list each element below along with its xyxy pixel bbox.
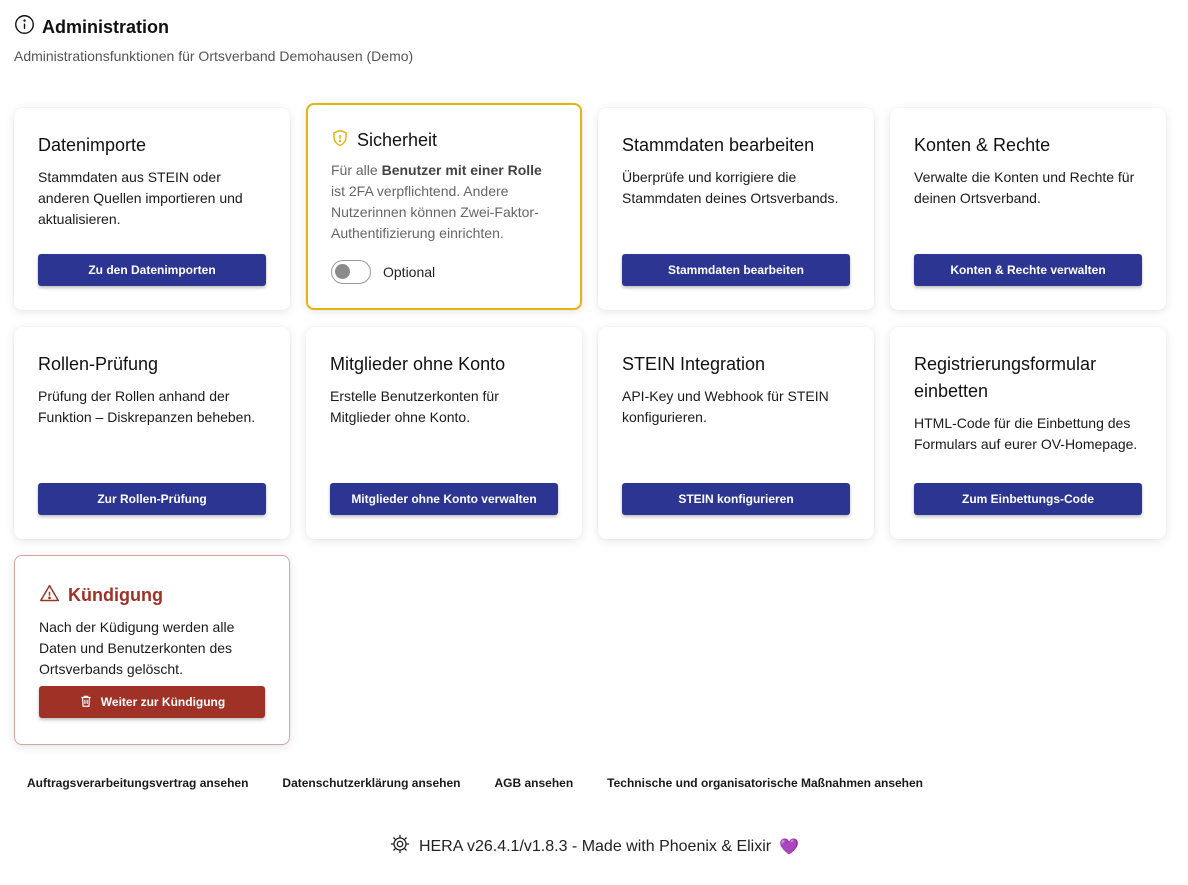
stein-konfigurieren-button[interactable]: STEIN konfigurieren	[622, 483, 850, 515]
card-title: Kündigung	[68, 585, 163, 605]
card-kuendigung: Kündigung Nach der Küdigung werden alle …	[14, 555, 290, 745]
rollen-pruefung-button[interactable]: Zur Rollen-Prüfung	[38, 483, 266, 515]
button-label: Weiter zur Kündigung	[100, 695, 226, 709]
shield-icon	[331, 129, 349, 152]
card-text: Für alle Benutzer mit einer Rolle ist 2F…	[331, 162, 542, 241]
link-agb[interactable]: AGB ansehen	[494, 776, 573, 790]
link-datenschutzerklaerung[interactable]: Datenschutzerklärung ansehen	[282, 776, 460, 790]
trash-icon	[79, 694, 93, 711]
stammdaten-button[interactable]: Stammdaten bearbeiten	[622, 254, 850, 286]
card-text: Erstelle Benutzerkonten für Mitglieder o…	[330, 388, 499, 425]
2fa-toggle[interactable]	[331, 260, 371, 284]
konten-rechte-button[interactable]: Konten & Rechte verwalten	[914, 254, 1142, 286]
warning-triangle-icon	[39, 583, 60, 609]
card-text: Verwalte die Konten und Rechte für deine…	[914, 169, 1135, 206]
card-title: Sicherheit	[357, 130, 438, 150]
card-mitglieder-ohne-konto: Mitglieder ohne Konto Erstelle Benutzerk…	[306, 327, 582, 539]
card-title: STEIN Integration	[622, 354, 766, 374]
footer-text: HERA v26.4.1/v1.8.3 - Made with Phoenix …	[418, 837, 772, 855]
card-stammdaten: Stammdaten bearbeiten Überprüfe und korr…	[598, 108, 874, 310]
card-text: API-Key und Webhook für STEIN konfigurie…	[622, 388, 829, 425]
page-subtitle: Administrationsfunktionen für Ortsverban…	[14, 48, 414, 64]
card-sicherheit: Sicherheit Für alle Benutzer mit einer R…	[306, 103, 582, 310]
gear-logo-icon	[389, 833, 411, 860]
card-text: Nach der Küdigung werden alle Daten und …	[39, 619, 235, 677]
card-title: Datenimporte	[38, 135, 147, 155]
footer: HERA v26.4.1/v1.8.3 - Made with Phoenix …	[0, 833, 1188, 860]
2fa-toggle-row: Optional	[331, 260, 557, 284]
mitglieder-ohne-konto-button[interactable]: Mitglieder ohne Konto verwalten	[330, 483, 558, 515]
card-rollen-pruefung: Rollen-Prüfung Prüfung der Rollen anhand…	[14, 327, 290, 539]
card-title: Rollen-Prüfung	[38, 354, 159, 374]
link-auftragsverarbeitungsvertrag[interactable]: Auftragsverarbeitungsvertrag ansehen	[27, 776, 248, 790]
page-header: Administration Administrationsfunktionen…	[14, 14, 413, 64]
card-datenimporte: Datenimporte Stammdaten aus STEIN oder a…	[14, 108, 290, 310]
card-registrierungsformular: Registrierungsformular einbetten HTML-Co…	[890, 327, 1166, 539]
info-icon	[14, 14, 35, 40]
legal-links: Auftragsverarbeitungsvertrag ansehen Dat…	[27, 776, 923, 790]
einbettungs-code-button[interactable]: Zum Einbettungs-Code	[914, 483, 1142, 515]
card-title: Konten & Rechte	[914, 135, 1051, 155]
card-title: Stammdaten bearbeiten	[622, 135, 815, 155]
card-konten-rechte: Konten & Rechte Verwalte die Konten und …	[890, 108, 1166, 310]
kuendigung-button[interactable]: Weiter zur Kündigung	[39, 686, 265, 718]
datenimporte-button[interactable]: Zu den Datenimporten	[38, 254, 266, 286]
card-title: Mitglieder ohne Konto	[330, 354, 506, 374]
card-text: Prüfung der Rollen anhand der Funktion –…	[38, 388, 256, 425]
page-title: Administration	[42, 16, 170, 37]
toggle-knob	[335, 264, 350, 279]
toggle-label: Optional	[383, 264, 436, 280]
card-text: Überprüfe und korrigiere die Stammdaten …	[622, 169, 839, 206]
card-text: HTML-Code für die Einbettung des Formula…	[914, 415, 1138, 452]
card-title: Registrierungsformular einbetten	[914, 354, 1097, 401]
card-text: Stammdaten aus STEIN oder anderen Quelle…	[38, 169, 243, 227]
card-stein-integration: STEIN Integration API-Key und Webhook fü…	[598, 327, 874, 539]
link-tom[interactable]: Technische und organisatorische Maßnahme…	[607, 776, 923, 790]
heart-icon: 💜	[779, 838, 800, 856]
